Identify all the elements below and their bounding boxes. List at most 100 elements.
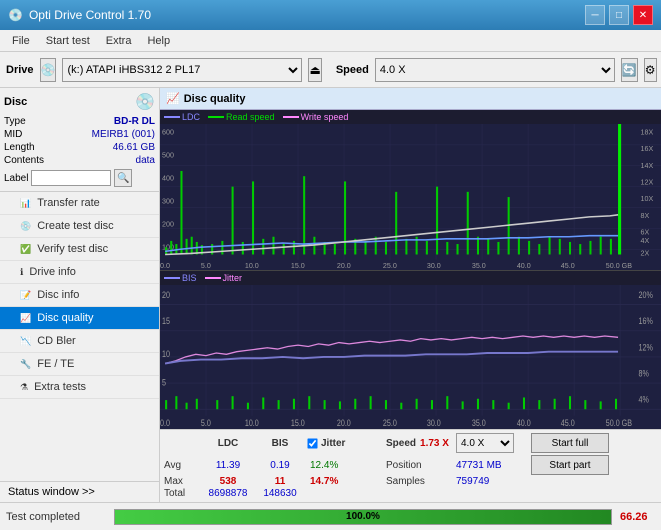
ldc-header: LDC [202,438,254,449]
label-label: Label [4,173,28,184]
svg-text:4X: 4X [641,236,650,245]
sidebar-item-disc-info-label: Disc info [37,289,79,301]
total-bis: 148630 [254,488,306,499]
bottom-legend: BIS Jitter [160,271,661,285]
disc-panel-title: Disc [4,96,27,108]
disc-info-icon: 📝 [20,290,31,301]
fe-te-icon: 🔧 [20,359,31,370]
maximize-button[interactable]: □ [609,5,629,25]
sidebar-item-extra-tests-label: Extra tests [34,381,86,393]
jitter-checkbox[interactable] [307,438,317,448]
top-legend: LDC Read speed Write speed [160,110,661,124]
window-controls: ─ □ ✕ [585,5,653,25]
disc-panel-icon: 💿 [135,92,155,112]
svg-text:35.0: 35.0 [472,419,486,429]
svg-text:5: 5 [162,378,166,388]
jitter-checkbox-container: Jitter [306,437,386,450]
svg-text:10.0: 10.0 [245,261,259,270]
drive-icon-button[interactable]: 💿 [40,58,57,82]
svg-text:2X: 2X [641,248,650,257]
menu-start-test[interactable]: Start test [38,33,98,49]
nav-menu: 📊 Transfer rate 💿 Create test disc ✅ Ver… [0,192,159,481]
svg-text:200: 200 [162,219,174,228]
sidebar-item-drive-info[interactable]: ℹ Drive info [0,261,159,284]
sidebar-item-cd-bler-label: CD Bler [37,335,76,347]
svg-text:20%: 20% [639,290,653,300]
svg-text:400: 400 [162,173,174,182]
svg-text:300: 300 [162,196,174,205]
svg-text:40.0: 40.0 [517,261,531,270]
label-input[interactable] [31,170,111,186]
sidebar-item-disc-info[interactable]: 📝 Disc info [0,284,159,307]
status-window-button[interactable]: Status window >> [0,481,159,502]
svg-text:0.0: 0.0 [160,419,170,429]
type-label: Type [4,116,26,127]
contents-value: data [136,155,155,166]
sidebar-item-disc-quality-label: Disc quality [37,312,93,324]
status-text: Test completed [6,511,106,523]
length-value: 46.61 GB [113,142,155,153]
svg-text:8X: 8X [641,211,650,220]
sidebar-item-fe-te-label: FE / TE [37,358,74,370]
max-bis: 11 [254,476,306,487]
svg-text:500: 500 [162,150,174,159]
svg-text:50.0 GB: 50.0 GB [606,419,633,429]
label-search-button[interactable]: 🔍 [114,169,132,187]
svg-text:50.0 GB: 50.0 GB [606,261,632,270]
ldc-legend: LDC [164,112,200,122]
settings-button1[interactable]: ⚙ [644,58,657,82]
disc-quality-icon: 📈 [20,313,31,324]
sidebar-item-fe-te[interactable]: 🔧 FE / TE [0,353,159,376]
sidebar-item-create-test-disc[interactable]: 💿 Create test disc [0,215,159,238]
svg-text:18X: 18X [641,127,654,136]
svg-text:14X: 14X [641,161,654,170]
total-label: Total [164,488,202,499]
sidebar-item-cd-bler[interactable]: 📉 CD Bler [0,330,159,353]
jitter-header: Jitter [321,438,345,449]
close-button[interactable]: ✕ [633,5,653,25]
create-test-disc-icon: 💿 [20,221,31,232]
svg-text:15.0: 15.0 [291,261,305,270]
progress-text: 100.0% [115,510,611,524]
sidebar-item-create-test-disc-label: Create test disc [37,220,113,232]
minimize-button[interactable]: ─ [585,5,605,25]
refresh-button[interactable]: 🔄 [621,58,638,82]
svg-text:16%: 16% [639,317,653,327]
menu-extra[interactable]: Extra [98,33,140,49]
speed-select[interactable]: 4.0 X [375,58,615,82]
type-value: BD-R DL [114,116,155,127]
sidebar-item-transfer-rate-label: Transfer rate [37,197,100,209]
menu-file[interactable]: File [4,33,38,49]
bis-header: BIS [254,438,306,449]
extra-tests-icon: ⚗ [20,382,28,393]
top-chart-svg: 600 500 400 300 200 100 18X 16X 14X 12X … [160,124,661,270]
write-speed-legend: Write speed [283,112,349,122]
sidebar-item-verify-test-disc[interactable]: ✅ Verify test disc [0,238,159,261]
eject-button[interactable]: ⏏ [308,58,321,82]
start-full-button[interactable]: Start full [531,433,609,453]
jitter-legend: Jitter [205,273,243,283]
drive-select[interactable]: (k:) ATAPI iHBS312 2 PL17 [62,58,302,82]
mid-label: MID [4,129,22,140]
sidebar-item-extra-tests[interactable]: ⚗ Extra tests [0,376,159,399]
app-title: 💿 Opti Drive Control 1.70 [8,8,151,22]
svg-text:15: 15 [162,317,170,327]
bottom-chart-area: 20 15 10 5 20% 16% 12% 8% 4% 0.0 5.0 10.… [160,285,661,429]
avg-bis: 0.19 [254,460,306,471]
sidebar-item-transfer-rate[interactable]: 📊 Transfer rate [0,192,159,215]
speed-stat-select[interactable]: 4.0 X [456,433,514,453]
start-part-button[interactable]: Start part [531,455,609,475]
position-value: 47731 MB [456,460,531,471]
sidebar-item-disc-quality[interactable]: 📈 Disc quality [0,307,159,330]
svg-text:40.0: 40.0 [517,419,531,429]
drive-bar: Drive 💿 (k:) ATAPI iHBS312 2 PL17 ⏏ Spee… [0,52,661,88]
svg-text:4%: 4% [639,395,649,405]
svg-text:12X: 12X [641,177,654,186]
menu-help[interactable]: Help [139,33,178,49]
transfer-rate-icon: 📊 [20,198,31,209]
title-bar: 💿 Opti Drive Control 1.70 ─ □ ✕ [0,0,661,30]
svg-text:45.0: 45.0 [561,261,575,270]
charts-area: LDC Read speed Write speed [160,110,661,429]
avg-row: Avg 11.39 0.19 12.4% Position 47731 MB S… [164,455,657,475]
svg-text:600: 600 [162,127,174,136]
